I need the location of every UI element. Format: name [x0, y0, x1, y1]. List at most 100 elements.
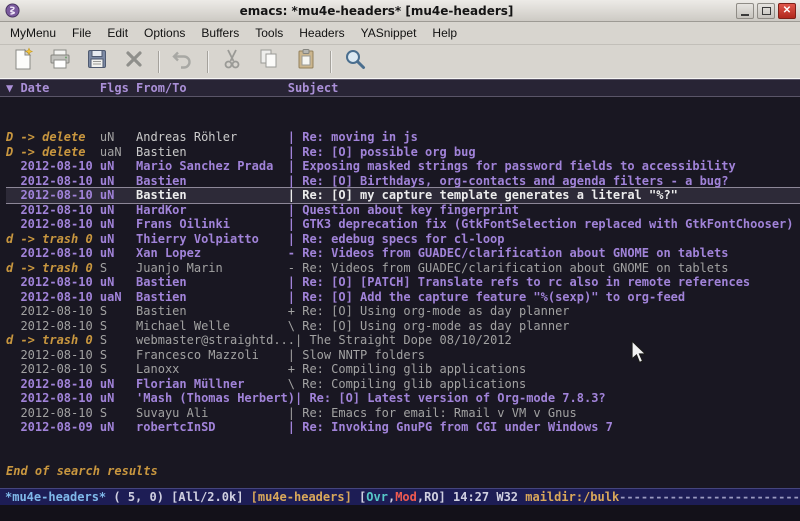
- message-from: Suvayu Ali: [136, 406, 288, 420]
- close-buffer-button[interactable]: [119, 48, 149, 76]
- message-date: 2012-08-10: [6, 217, 100, 231]
- message-date: 2012-08-10: [6, 362, 100, 376]
- message-row[interactable]: 2012-08-10 S Bastien + Re: [O] Using org…: [6, 304, 800, 319]
- message-date: 2012-08-10: [6, 246, 100, 260]
- message-row[interactable]: 2012-08-10 uN Xan Lopez - Re: Videos fro…: [6, 246, 800, 261]
- emacs-window: emacs: *mu4e-headers* [mu4e-headers] MyM…: [0, 0, 800, 521]
- message-row[interactable]: 2012-08-10 uN HardKor | Question about k…: [6, 203, 800, 218]
- undo-icon: [171, 47, 195, 76]
- menu-item-mymenu[interactable]: MyMenu: [2, 22, 64, 44]
- paste-button[interactable]: [291, 48, 321, 76]
- message-flags: uN: [100, 246, 136, 260]
- message-row[interactable]: d -> trash 0 S Juanjo Marin - Re: Videos…: [6, 261, 800, 276]
- message-row[interactable]: 2012-08-10 S Lanoxx + Re: Compiling glib…: [6, 362, 800, 377]
- toolbar-separator: [158, 51, 160, 73]
- message-from: Mario Sanchez Prada: [136, 159, 288, 173]
- message-row[interactable]: 2012-08-10 uaN Bastien | Re: [O] Add the…: [6, 290, 800, 305]
- message-flags: uN: [100, 203, 136, 217]
- cut-button[interactable]: [217, 48, 247, 76]
- search-button[interactable]: [340, 48, 370, 76]
- modeline-buffer-name: *mu4e-headers*: [5, 490, 106, 504]
- message-row[interactable]: 2012-08-10 uN Mario Sanchez Prada | Expo…: [6, 159, 800, 174]
- message-flags: uN: [100, 391, 136, 405]
- menu-item-tools[interactable]: Tools: [247, 22, 291, 44]
- modeline-mode: [mu4e-headers]: [251, 490, 352, 504]
- message-subject: | Re: [O] [PATCH] Translate refs to rc a…: [288, 275, 750, 289]
- message-row[interactable]: 2012-08-09 uN robertcInSD | Re: Invoking…: [6, 420, 800, 435]
- message-row[interactable]: 2012-08-10 uN Florian Müllner \ Re: Comp…: [6, 377, 800, 392]
- message-date: 2012-08-10: [6, 391, 100, 405]
- menu-item-yasnippet[interactable]: YASnippet: [353, 22, 425, 44]
- message-row[interactable]: 2012-08-10 uN Bastien | Re: [O] [PATCH] …: [6, 275, 800, 290]
- modeline-plain: [: [352, 490, 366, 504]
- header-line: ▼ DateFlgsFrom/ToSubject: [0, 79, 800, 97]
- mu4e-headers-buffer[interactable]: D -> delete uN Andreas Röhler | Re: movi…: [0, 97, 800, 488]
- minimize-icon: [741, 14, 749, 16]
- header-col-subject[interactable]: Subject: [288, 80, 339, 96]
- message-row[interactable]: 2012-08-10 S Michael Welle \ Re: [O] Usi…: [6, 319, 800, 334]
- paste-icon: [294, 47, 318, 76]
- message-from: Andreas Röhler: [136, 130, 288, 144]
- message-date: 2012-08-10: [6, 290, 100, 304]
- message-subject: | Exposing masked strings for password f…: [288, 159, 736, 173]
- message-subject: | The Straight Dope 08/10/2012: [295, 333, 512, 347]
- new-file-button[interactable]: [8, 48, 38, 76]
- modeline-maildir: maildir:/bulk: [525, 490, 619, 504]
- menu-item-options[interactable]: Options: [136, 22, 193, 44]
- message-flags: uN: [100, 232, 136, 246]
- message-date: 2012-08-10: [6, 203, 100, 217]
- message-from: Lanoxx: [136, 362, 288, 376]
- close-buffer-icon: [122, 47, 146, 76]
- message-flags: uaN: [100, 145, 136, 159]
- message-row[interactable]: 2012-08-10 S Suvayu Ali | Re: Emacs for …: [6, 406, 800, 421]
- copy-icon: [257, 47, 281, 76]
- message-row[interactable]: 2012-08-10 S Francesco Mazzoli | Slow NN…: [6, 348, 800, 363]
- emacs-icon: [4, 3, 20, 19]
- message-subject: | Re: [O] Latest version of Org-mode 7.8…: [295, 391, 606, 405]
- message-row[interactable]: d -> trash 0 S webmaster@straightd...| T…: [6, 333, 800, 348]
- message-subject: | Slow NNTP folders: [288, 348, 425, 362]
- message-row[interactable]: 2012-08-10 uN Frans Oilinki | GTK3 depre…: [6, 217, 800, 232]
- close-button[interactable]: [778, 3, 796, 19]
- undo-button[interactable]: [168, 48, 198, 76]
- message-from: Michael Welle: [136, 319, 288, 333]
- message-from: Bastien: [136, 275, 288, 289]
- message-subject: | Re: moving in js: [288, 130, 418, 144]
- message-flags: uN: [100, 420, 136, 434]
- header-col-date[interactable]: ▼ Date: [6, 80, 100, 96]
- message-row[interactable]: D -> delete uN Andreas Röhler | Re: movi…: [6, 130, 800, 145]
- maximize-button[interactable]: [757, 3, 775, 19]
- message-subject: - Re: Videos from GUADEC/clarification a…: [288, 261, 729, 275]
- message-date: 2012-08-10: [6, 304, 100, 318]
- toolbar: [0, 45, 800, 79]
- message-row[interactable]: D -> delete uaN Bastien | Re: [O] possib…: [6, 145, 800, 160]
- menu-item-headers[interactable]: Headers: [291, 22, 352, 44]
- message-row[interactable]: 2012-08-10 uN Bastien | Re: [O] Birthday…: [6, 174, 800, 189]
- menu-item-file[interactable]: File: [64, 22, 99, 44]
- message-from: robertcInSD: [136, 420, 288, 434]
- print-button[interactable]: [45, 48, 75, 76]
- modeline-plain: ( 5, 0) [All/2.0k]: [106, 490, 251, 504]
- header-col-from[interactable]: From/To: [136, 80, 288, 96]
- message-row[interactable]: 2012-08-10 uN 'Mash (Thomas Herbert)| Re…: [6, 391, 800, 406]
- menu-item-help[interactable]: Help: [424, 22, 465, 44]
- save-button[interactable]: [82, 48, 112, 76]
- message-from: HardKor: [136, 203, 288, 217]
- copy-button[interactable]: [254, 48, 284, 76]
- message-row-current[interactable]: 2012-08-10 uN Bastien | Re: [O] my captu…: [6, 188, 800, 203]
- message-date: 2012-08-10: [6, 348, 100, 362]
- message-date: 2012-08-10: [6, 319, 100, 333]
- message-row[interactable]: d -> trash 0 uN Thierry Volpiatto | Re: …: [6, 232, 800, 247]
- menu-item-edit[interactable]: Edit: [99, 22, 136, 44]
- message-date: d -> trash 0: [6, 232, 100, 246]
- cut-icon: [220, 47, 244, 76]
- new-file-icon: [11, 47, 35, 76]
- minimize-button[interactable]: [736, 3, 754, 19]
- emacs-text-area: ▼ DateFlgsFrom/ToSubject D -> delete uN …: [0, 79, 800, 521]
- echo-area[interactable]: [0, 505, 800, 521]
- header-col-flags[interactable]: Flgs: [100, 80, 136, 96]
- message-date: 2012-08-10: [6, 174, 100, 188]
- menu-item-buffers[interactable]: Buffers: [193, 22, 247, 44]
- message-date: 2012-08-10: [6, 275, 100, 289]
- message-flags: uN: [100, 159, 136, 173]
